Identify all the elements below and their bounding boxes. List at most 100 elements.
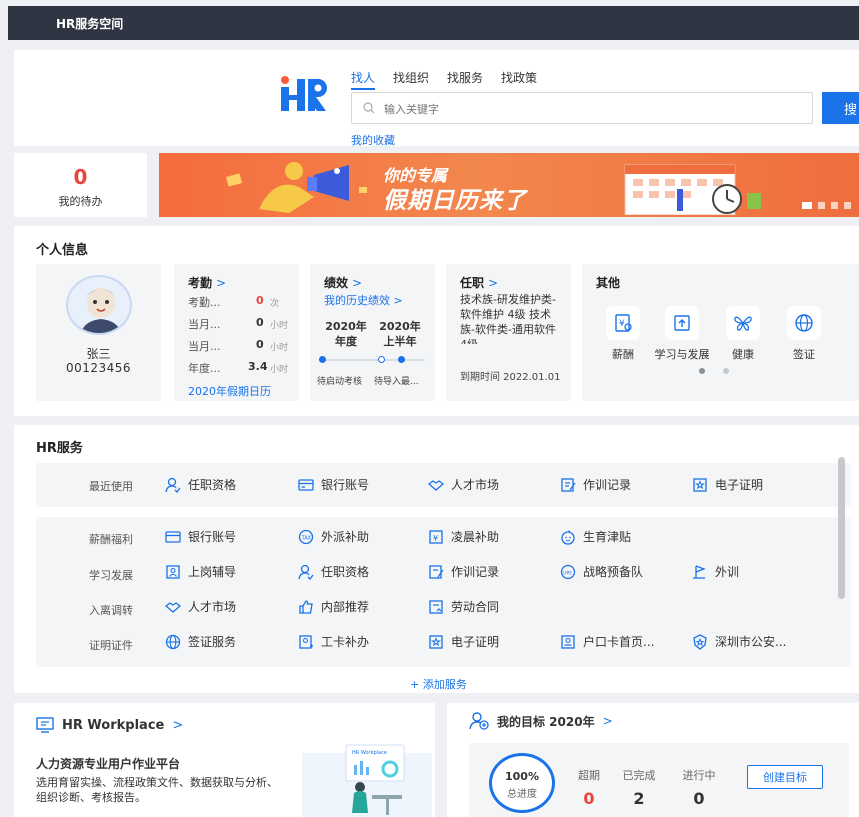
top-bar: HR服务空间 (8, 6, 859, 40)
goals-summary: 100% 总进度 超期 0 已完成 2 进行中 0 创建目标 (469, 743, 849, 817)
service-item[interactable]: 劳动合同 (428, 598, 499, 615)
todo-card[interactable]: 0 我的待办 (14, 153, 147, 217)
recent-services: 最近使用 任职资格 银行账号 人才市场 作训记录 电子证明 (36, 463, 851, 507)
service-item[interactable]: 人才市场 (428, 476, 499, 493)
attendance-row: 当月... 0 小时 (188, 338, 289, 353)
service-item[interactable]: 户口卡首页... (560, 633, 654, 650)
mentor-icon (166, 564, 180, 579)
workplace-headline: 人力资源专业用户作业平台 (36, 757, 181, 771)
bank-card-icon (165, 530, 181, 543)
timeline-dot (319, 356, 326, 363)
service-item[interactable]: 任职资格 (165, 476, 236, 493)
other-pager[interactable] (699, 368, 729, 374)
attendance-row: 年度... 3.4 小时 (188, 360, 289, 375)
service-item[interactable]: TAX 外派补助 (298, 528, 369, 545)
bank-card-icon (298, 478, 314, 491)
other-item-health[interactable]: 健康 (715, 306, 771, 362)
service-item[interactable]: 签证服务 (165, 633, 236, 650)
search-input[interactable] (384, 99, 804, 119)
svg-text:TAX: TAX (301, 535, 312, 541)
service-item[interactable]: 工卡补办 (298, 633, 369, 650)
timeline-dot (378, 356, 385, 363)
attendance-title[interactable]: 考勤 > (188, 274, 226, 291)
service-item[interactable]: 任职资格 (298, 563, 369, 580)
service-item[interactable]: 生育津贴 (560, 528, 631, 545)
service-item[interactable]: 银行账号 (298, 476, 369, 493)
favorites-link[interactable]: 我的收藏 (351, 132, 395, 148)
baby-icon (561, 530, 575, 545)
service-item[interactable]: 人才市场 (165, 598, 236, 615)
progress-label: 总进度 (507, 789, 537, 800)
search-card: 找人 找组织 找服务 找政策 搜 我的收藏 (14, 50, 859, 148)
other-item-visa[interactable]: 签证 (776, 306, 832, 362)
personal-info-card: 个人信息 张三 00123456 考勤 > 考勤... 0 次 当月... 0 小… (14, 226, 859, 416)
hr-services-title: HR服务 (36, 441, 83, 456)
chevron-right-icon: > (488, 276, 499, 290)
flag-icon (693, 564, 706, 579)
stat-ongoing: 进行中 0 (682, 769, 716, 808)
performance-panel: 绩效 > 我的历史绩效 > 2020年年度 2020年上半年 待启动考核 待导入最… (310, 264, 435, 401)
person-badge-icon (298, 564, 314, 580)
certificate-icon (429, 634, 443, 649)
performance-title[interactable]: 绩效 > (324, 274, 362, 291)
todo-label: 我的待办 (58, 195, 103, 208)
search-icon (363, 102, 375, 114)
service-item[interactable]: 深圳市公安... (692, 633, 786, 650)
handshake-icon (428, 479, 444, 491)
performance-status: 待导入最... (374, 377, 419, 387)
other-title: 其他 (596, 276, 621, 290)
chevron-right-icon: > (172, 717, 184, 733)
performance-period-annual: 2020年年度 (325, 320, 367, 348)
create-goal-button[interactable]: 创建目标 (747, 765, 823, 789)
goals-title[interactable]: 我的目标 2020年 > (469, 712, 613, 730)
megaphone-illustration (225, 162, 367, 213)
svg-text:¥: ¥ (619, 319, 625, 329)
recent-label: 最近使用 (89, 480, 133, 493)
service-item[interactable]: 电子证明 (428, 633, 499, 650)
search-tabs: 找人 找组织 找服务 找政策 (351, 69, 537, 90)
job-expire-date: 到期时间 2022.01.01 (460, 372, 561, 383)
todo-count: 0 (73, 165, 88, 189)
performance-period-half: 2020年上半年 (379, 320, 421, 348)
category-label: 薪酬福利 (89, 533, 133, 546)
workplace-description: 选用育留实操、流程政策文件、数据获取与分析、组织诊断、考核报告。 (36, 776, 278, 804)
add-service-link[interactable]: + 添加服务 (410, 676, 467, 692)
chevron-right-icon: > (352, 276, 363, 290)
other-panel: 其他 ¥ 薪酬 学习与发展 健康 签证 (582, 264, 859, 401)
holiday-calendar-link[interactable]: 2020年假期日历 (188, 383, 271, 399)
service-item[interactable]: 作训记录 (428, 563, 499, 580)
monitor-icon (36, 717, 54, 733)
tab-find-org[interactable]: 找组织 (393, 69, 429, 90)
service-item[interactable]: 外训 (692, 563, 739, 580)
workplace-title[interactable]: HR Workplace > (36, 717, 183, 733)
service-item[interactable]: UPE 战略预备队 (560, 563, 643, 580)
tab-find-service[interactable]: 找服务 (447, 69, 483, 90)
hr-logo (281, 76, 327, 111)
service-item[interactable]: 内部推荐 (298, 598, 369, 615)
service-item[interactable]: 电子证明 (692, 476, 763, 493)
allowance-icon: ¥ (429, 529, 443, 544)
attendance-row: 当月... 0 小时 (188, 316, 289, 331)
other-item-learning[interactable]: 学习与发展 (654, 306, 710, 362)
job-description: 技术族-研发维护类-软件维护 4级 技术族-软件类-通用软件 4级 (460, 293, 556, 344)
history-performance-link[interactable]: 我的历史绩效 > (324, 292, 403, 308)
service-item[interactable]: 银行账号 (165, 528, 236, 545)
services-scrollbar[interactable] (838, 457, 845, 599)
search-box (351, 92, 813, 124)
service-item[interactable]: 上岗辅导 (165, 563, 236, 580)
job-title[interactable]: 任职 > (460, 274, 498, 291)
search-button[interactable]: 搜 (822, 92, 859, 124)
service-item[interactable]: ¥ 凌晨补助 (428, 528, 499, 545)
holiday-banner[interactable]: 你的专属 假期日历来了 (159, 153, 859, 217)
avatar[interactable] (66, 275, 132, 335)
job-panel: 任职> 技术族-研发维护类-软件维护 4级 技术族-软件类-通用软件 4级 到期… (446, 264, 571, 401)
other-item-salary[interactable]: ¥ 薪酬 (595, 306, 651, 362)
my-goals-card: 我的目标 2020年 > 100% 总进度 超期 0 已完成 2 进行中 0 创建… (447, 703, 859, 817)
banner-pager[interactable] (802, 202, 851, 209)
service-item[interactable]: 作训记录 (560, 476, 631, 493)
globe-icon (165, 634, 181, 649)
hr-services-card: HR服务 最近使用 任职资格 银行账号 人才市场 作训记录 电子证明 薪酬福利 … (14, 425, 859, 693)
attendance-panel: 考勤 > 考勤... 0 次 当月... 0 小时 当月... 0 小时 年度..… (174, 264, 299, 401)
tab-find-policy[interactable]: 找政策 (501, 69, 537, 90)
tab-find-people[interactable]: 找人 (351, 69, 376, 90)
